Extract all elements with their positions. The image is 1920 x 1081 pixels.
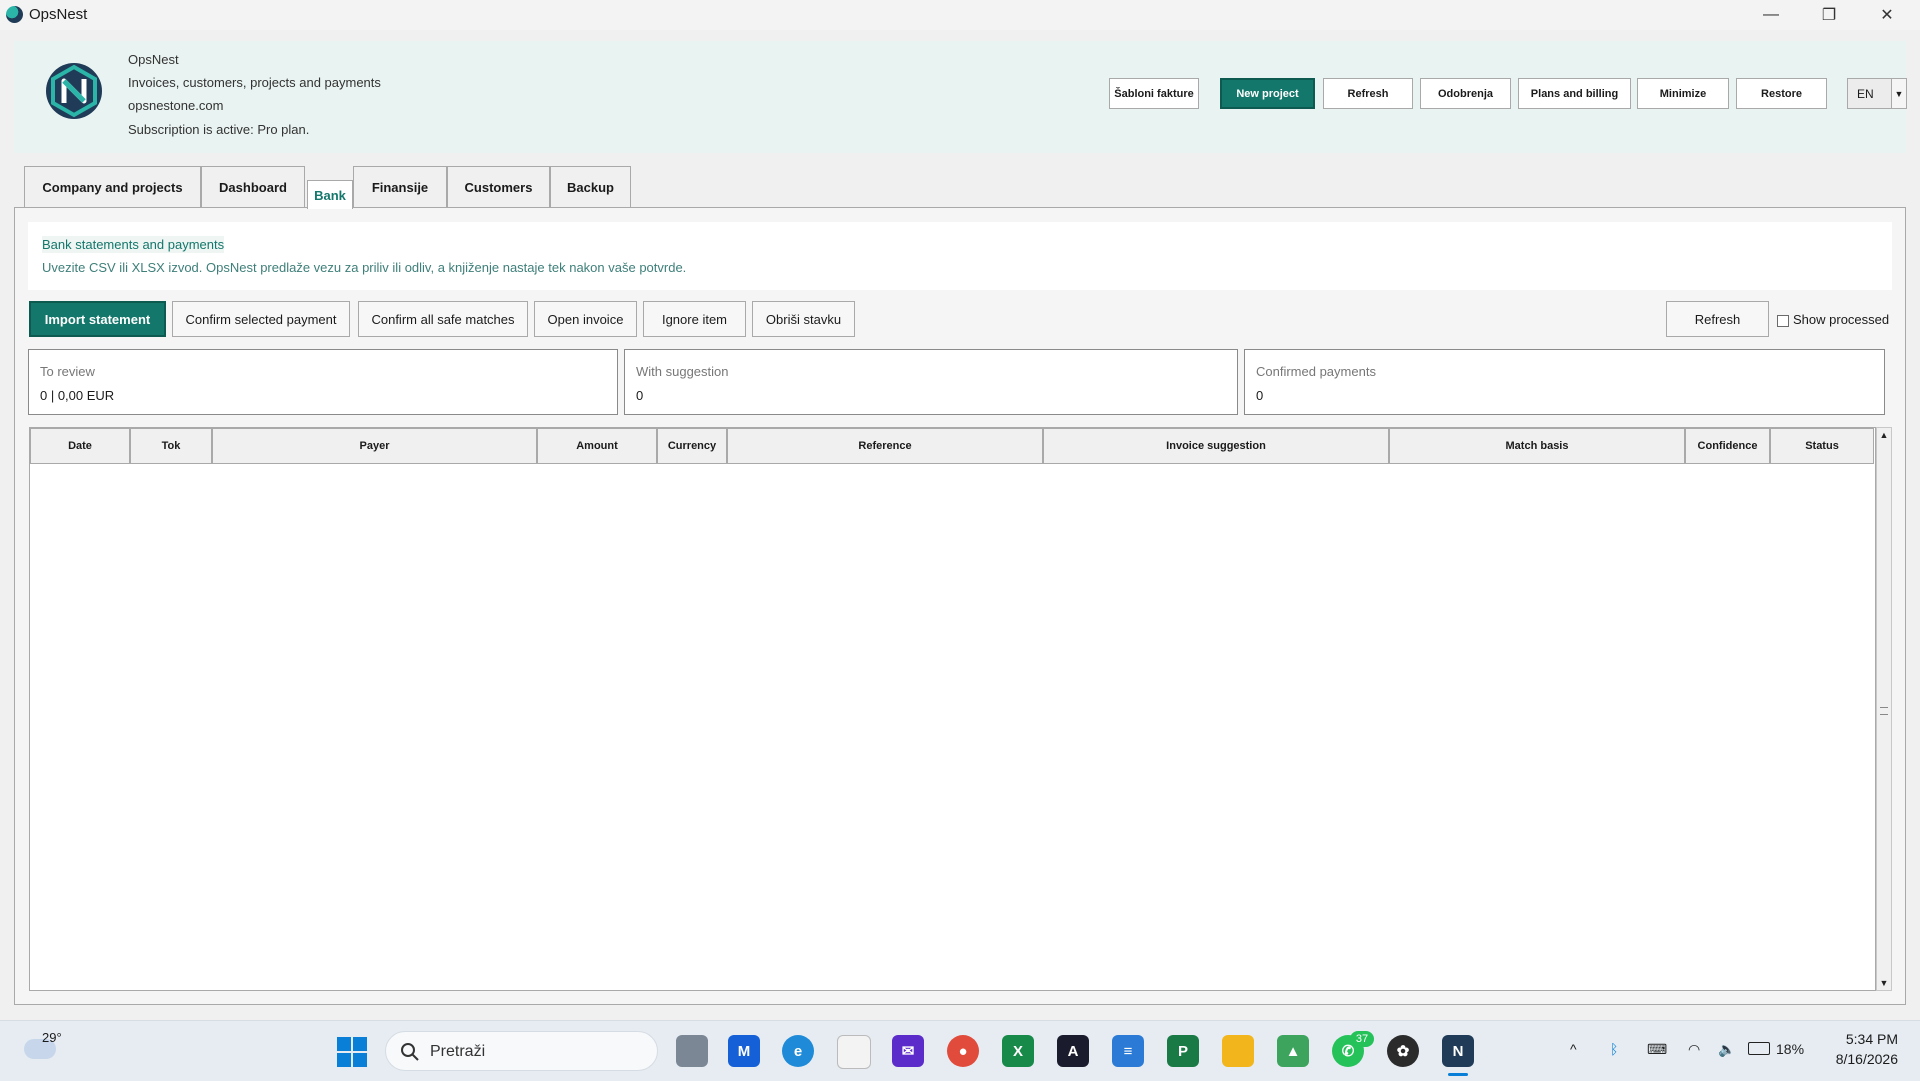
bank-section-description: Uvezite CSV ili XLSX izvod. OpsNest pred… bbox=[42, 260, 687, 275]
language-value: EN bbox=[1857, 87, 1874, 101]
clock-date[interactable]: 8/16/2026 bbox=[1818, 1051, 1898, 1067]
tab-customers[interactable]: Customers bbox=[447, 166, 550, 208]
tab-finansije[interactable]: Finansije bbox=[353, 166, 447, 208]
summary-card-value: 0 bbox=[1256, 388, 1264, 403]
approvals-button[interactable]: Odobrenja bbox=[1420, 78, 1511, 109]
bank-refresh-button[interactable]: Refresh bbox=[1666, 301, 1769, 337]
column-header-tok[interactable]: Tok bbox=[130, 428, 212, 464]
header-tagline: Invoices, customers, projects and paymen… bbox=[128, 75, 381, 90]
ignore-item-button[interactable]: Ignore item bbox=[643, 301, 746, 337]
window-title: OpsNest bbox=[29, 6, 88, 23]
summary-card-label: With suggestion bbox=[636, 364, 729, 379]
open-invoice-button[interactable]: Open invoice bbox=[534, 301, 637, 337]
edge-browser-icon[interactable]: e bbox=[782, 1035, 814, 1067]
battery-percentage[interactable]: 18% bbox=[1776, 1041, 1804, 1057]
column-header-reference[interactable]: Reference bbox=[727, 428, 1043, 464]
language-select[interactable]: EN ▼ bbox=[1847, 78, 1907, 109]
speaker-muted-icon[interactable]: 🔈 bbox=[1718, 1041, 1735, 1058]
chatgpt-icon[interactable]: ✿ bbox=[1387, 1035, 1419, 1067]
invoice-templates-button[interactable]: Šabloni fakture bbox=[1109, 78, 1199, 109]
confirm-safe-matches-button[interactable]: Confirm all safe matches bbox=[358, 301, 528, 337]
tab-backup[interactable]: Backup bbox=[550, 166, 631, 208]
affinity-icon[interactable]: A bbox=[1057, 1035, 1089, 1067]
battery-icon[interactable] bbox=[1748, 1042, 1770, 1055]
column-header-amount[interactable]: Amount bbox=[537, 428, 657, 464]
summary-card-value: 0 | 0,00 EUR bbox=[40, 388, 115, 403]
confirm-selected-payment-button[interactable]: Confirm selected payment bbox=[172, 301, 350, 337]
bank-transactions-table[interactable] bbox=[29, 427, 1876, 991]
app-header: OpsNest Invoices, customers, projects an… bbox=[14, 41, 1907, 153]
delete-item-button[interactable]: Obriši stavku bbox=[752, 301, 855, 337]
project-icon[interactable]: P bbox=[1167, 1035, 1199, 1067]
summary-card-label: Confirmed payments bbox=[1256, 364, 1376, 379]
scroll-grip-icon[interactable] bbox=[1880, 707, 1888, 715]
whatsapp-badge: 37 bbox=[1350, 1031, 1374, 1047]
task-view-icon[interactable] bbox=[676, 1035, 708, 1067]
taskbar-search[interactable]: Pretraži bbox=[385, 1031, 658, 1071]
bank-section-title: Bank statements and payments bbox=[42, 236, 225, 253]
microsoft-store-icon[interactable] bbox=[837, 1035, 871, 1069]
column-header-payer[interactable]: Payer bbox=[212, 428, 537, 464]
file-explorer-icon[interactable] bbox=[1222, 1035, 1254, 1067]
summary-card-to-review: To review 0 | 0,00 EUR bbox=[28, 349, 618, 415]
minimize-app-button[interactable]: Minimize bbox=[1637, 78, 1729, 109]
summary-card-with-suggestion: With suggestion 0 bbox=[624, 349, 1238, 415]
column-header-invoice-suggestion[interactable]: Invoice suggestion bbox=[1043, 428, 1389, 464]
header-refresh-button[interactable]: Refresh bbox=[1323, 78, 1413, 109]
plans-billing-button[interactable]: Plans and billing bbox=[1518, 78, 1631, 109]
new-project-button[interactable]: New project bbox=[1220, 78, 1315, 109]
table-vertical-scrollbar[interactable]: ▲ ▼ bbox=[1876, 427, 1892, 991]
notepad-icon[interactable]: ≡ bbox=[1112, 1035, 1144, 1067]
tab-company-projects[interactable]: Company and projects bbox=[24, 166, 201, 208]
show-processed-checkbox[interactable] bbox=[1777, 315, 1789, 327]
import-statement-button[interactable]: Import statement bbox=[29, 301, 166, 337]
column-header-status[interactable]: Status bbox=[1770, 428, 1874, 464]
start-windows-icon[interactable] bbox=[337, 1037, 367, 1067]
windows-taskbar: 29° Pretraži M e ✉ ● X A ≡ P ▲ ✆ 37 ✿ N … bbox=[0, 1020, 1920, 1081]
restore-app-button[interactable]: Restore bbox=[1736, 78, 1827, 109]
clock-time[interactable]: 5:34 PM bbox=[1828, 1031, 1898, 1047]
summary-card-label: To review bbox=[40, 364, 95, 379]
bluetooth-icon[interactable]: ᛒ bbox=[1610, 1041, 1618, 1057]
excel-icon[interactable]: X bbox=[1002, 1035, 1034, 1067]
keyboard-icon[interactable]: ⌨ bbox=[1647, 1041, 1667, 1058]
scroll-up-arrow-icon[interactable]: ▲ bbox=[1877, 430, 1891, 440]
opsnest-app-icon bbox=[6, 6, 23, 23]
show-processed-label[interactable]: Show processed bbox=[1793, 312, 1889, 327]
column-header-match-basis[interactable]: Match basis bbox=[1389, 428, 1685, 464]
column-header-currency[interactable]: Currency bbox=[657, 428, 727, 464]
tab-bank[interactable]: Bank bbox=[307, 180, 353, 209]
info-box bbox=[28, 222, 1892, 290]
search-placeholder: Pretraži bbox=[430, 1043, 486, 1060]
summary-card-confirmed-payments: Confirmed payments 0 bbox=[1244, 349, 1885, 415]
mail-icon[interactable]: ✉ bbox=[892, 1035, 924, 1067]
opsnest-taskbar-icon[interactable]: N bbox=[1442, 1035, 1474, 1067]
chrome-browser-icon[interactable]: ● bbox=[947, 1035, 979, 1067]
weather-temperature[interactable]: 29° bbox=[42, 1030, 62, 1045]
title-bar: OpsNest — ❐ ✕ bbox=[0, 0, 1920, 30]
column-header-date[interactable]: Date bbox=[30, 428, 130, 464]
close-window-button[interactable]: ✕ bbox=[1858, 0, 1916, 30]
column-header-confidence[interactable]: Confidence bbox=[1685, 428, 1770, 464]
chevron-down-icon: ▼ bbox=[1891, 79, 1906, 108]
search-icon bbox=[401, 1043, 419, 1061]
photos-icon[interactable]: ▲ bbox=[1277, 1035, 1309, 1067]
subscription-status: Subscription is active: Pro plan. bbox=[128, 122, 310, 137]
wifi-icon[interactable]: ◠ bbox=[1688, 1041, 1700, 1058]
chevron-up-icon[interactable]: ^ bbox=[1570, 1041, 1577, 1057]
active-app-indicator bbox=[1448, 1073, 1468, 1076]
restore-window-button[interactable]: ❐ bbox=[1800, 0, 1858, 30]
minimize-window-button[interactable]: — bbox=[1742, 0, 1800, 30]
tab-dashboard[interactable]: Dashboard bbox=[201, 166, 305, 208]
header-app-name: OpsNest bbox=[128, 52, 179, 67]
scroll-down-arrow-icon[interactable]: ▼ bbox=[1877, 978, 1891, 988]
summary-card-value: 0 bbox=[636, 388, 644, 403]
opsnest-logo-icon bbox=[46, 63, 102, 119]
header-website[interactable]: opsnestone.com bbox=[128, 98, 223, 113]
app-ms-icon[interactable]: M bbox=[728, 1035, 760, 1067]
